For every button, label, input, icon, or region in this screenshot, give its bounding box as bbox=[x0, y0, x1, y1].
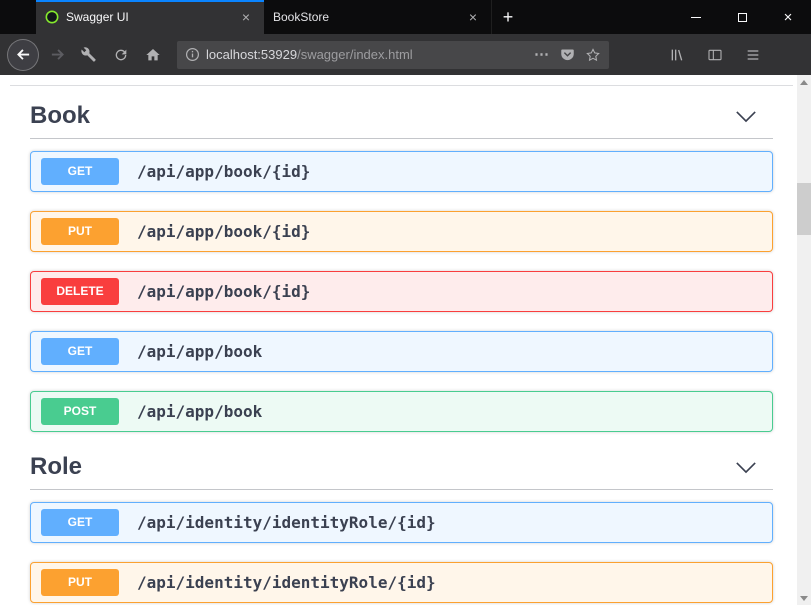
endpoint-path: /api/app/book bbox=[137, 342, 262, 361]
menu-button[interactable] bbox=[737, 39, 769, 71]
section-title: Book bbox=[30, 102, 90, 130]
sidebar-icon bbox=[707, 47, 723, 63]
minimize-button[interactable] bbox=[673, 0, 719, 34]
site-info-icon[interactable] bbox=[185, 47, 200, 62]
method-badge: GET bbox=[41, 509, 119, 536]
endpoint-path: /api/identity/identityRole/{id} bbox=[137, 513, 436, 532]
forward-arrow-icon bbox=[50, 47, 65, 62]
triangle-up-icon bbox=[800, 80, 808, 85]
tools-button[interactable] bbox=[73, 39, 105, 71]
endpoint-path: /api/identity/identityRole/{id} bbox=[137, 573, 436, 592]
back-button[interactable] bbox=[7, 39, 39, 71]
scrollbar-thumb[interactable] bbox=[797, 183, 811, 235]
refresh-icon bbox=[113, 47, 129, 63]
book-section: Book GET /api/app/book/{id} PUT /api/app… bbox=[30, 100, 773, 432]
book-section-header[interactable]: Book bbox=[30, 100, 773, 139]
endpoint-path: /api/app/book/{id} bbox=[137, 282, 310, 301]
endpoint-row[interactable]: PUT /api/app/book/{id} bbox=[30, 211, 773, 252]
swagger-ui: Book GET /api/app/book/{id} PUT /api/app… bbox=[0, 75, 811, 603]
triangle-down-icon bbox=[800, 596, 808, 601]
wrench-icon bbox=[81, 47, 97, 63]
maximize-button[interactable] bbox=[719, 0, 765, 34]
method-badge: GET bbox=[41, 158, 119, 185]
more-options-icon[interactable]: ⋯ bbox=[534, 47, 550, 62]
scroll-up-arrow[interactable] bbox=[797, 75, 811, 89]
home-button[interactable] bbox=[137, 39, 169, 71]
chevron-down-icon[interactable] bbox=[735, 110, 757, 123]
tab-title: Swagger UI bbox=[66, 10, 230, 24]
bookmark-star-icon[interactable] bbox=[585, 47, 601, 63]
endpoint-row[interactable]: GET /api/app/book bbox=[30, 331, 773, 372]
method-badge: DELETE bbox=[41, 278, 119, 305]
url-actions: ⋯ bbox=[534, 47, 601, 63]
scrollbar-track[interactable] bbox=[797, 75, 811, 605]
role-section-header[interactable]: Role bbox=[30, 451, 773, 490]
url-host: localhost:53929 bbox=[206, 47, 297, 62]
scroll-down-arrow[interactable] bbox=[797, 591, 811, 605]
forward-button[interactable] bbox=[41, 39, 73, 71]
browser-window: Swagger UI × BookStore × + × bbox=[0, 0, 811, 605]
refresh-button[interactable] bbox=[105, 39, 137, 71]
method-badge: POST bbox=[41, 398, 119, 425]
endpoint-row[interactable]: PUT /api/identity/identityRole/{id} bbox=[30, 562, 773, 603]
sidebar-toggle-button[interactable] bbox=[699, 39, 731, 71]
url-path: /swagger/index.html bbox=[297, 47, 413, 62]
new-tab-button[interactable]: + bbox=[492, 0, 524, 34]
endpoint-row[interactable]: DELETE /api/app/book/{id} bbox=[30, 271, 773, 312]
toolbar-right-icons bbox=[661, 39, 769, 71]
tab-title: BookStore bbox=[273, 10, 457, 24]
pocket-icon[interactable] bbox=[560, 47, 575, 62]
endpoint-row[interactable]: GET /api/identity/identityRole/{id} bbox=[30, 502, 773, 543]
tab-bookstore[interactable]: BookStore × bbox=[264, 0, 492, 34]
tab-close-icon[interactable]: × bbox=[464, 8, 482, 26]
endpoint-path: /api/app/book/{id} bbox=[137, 162, 310, 181]
hamburger-icon bbox=[745, 47, 761, 63]
window-controls: × bbox=[673, 0, 811, 34]
address-bar[interactable]: localhost:53929/swagger/index.html ⋯ bbox=[177, 41, 609, 69]
method-badge: PUT bbox=[41, 569, 119, 596]
method-badge: GET bbox=[41, 338, 119, 365]
back-arrow-icon bbox=[16, 47, 31, 62]
swagger-favicon-icon bbox=[45, 10, 59, 24]
library-icon bbox=[669, 47, 685, 63]
endpoint-path: /api/app/book/{id} bbox=[137, 222, 310, 241]
minimize-icon bbox=[691, 17, 701, 18]
home-icon bbox=[145, 47, 161, 63]
page-content: Book GET /api/app/book/{id} PUT /api/app… bbox=[0, 75, 811, 605]
url-text[interactable]: localhost:53929/swagger/index.html bbox=[206, 47, 528, 62]
tab-strip: Swagger UI × BookStore × + bbox=[0, 0, 524, 34]
tab-swagger-ui[interactable]: Swagger UI × bbox=[36, 0, 264, 34]
endpoint-row[interactable]: GET /api/app/book/{id} bbox=[30, 151, 773, 192]
endpoint-list: GET /api/identity/identityRole/{id} PUT … bbox=[30, 502, 773, 603]
method-badge: PUT bbox=[41, 218, 119, 245]
endpoint-list: GET /api/app/book/{id} PUT /api/app/book… bbox=[30, 151, 773, 432]
maximize-icon bbox=[738, 13, 747, 22]
section-divider bbox=[10, 85, 793, 86]
tab-close-icon[interactable]: × bbox=[237, 8, 255, 26]
endpoint-path: /api/app/book bbox=[137, 402, 262, 421]
close-window-button[interactable]: × bbox=[765, 0, 811, 34]
chevron-down-icon[interactable] bbox=[735, 461, 757, 474]
endpoint-row[interactable]: POST /api/app/book bbox=[30, 391, 773, 432]
close-icon: × bbox=[784, 10, 793, 25]
library-button[interactable] bbox=[661, 39, 693, 71]
section-title: Role bbox=[30, 453, 82, 481]
role-section: Role GET /api/identity/identityRole/{id}… bbox=[30, 451, 773, 603]
title-bar: Swagger UI × BookStore × + × bbox=[0, 0, 811, 34]
navigation-toolbar: localhost:53929/swagger/index.html ⋯ bbox=[0, 34, 811, 75]
